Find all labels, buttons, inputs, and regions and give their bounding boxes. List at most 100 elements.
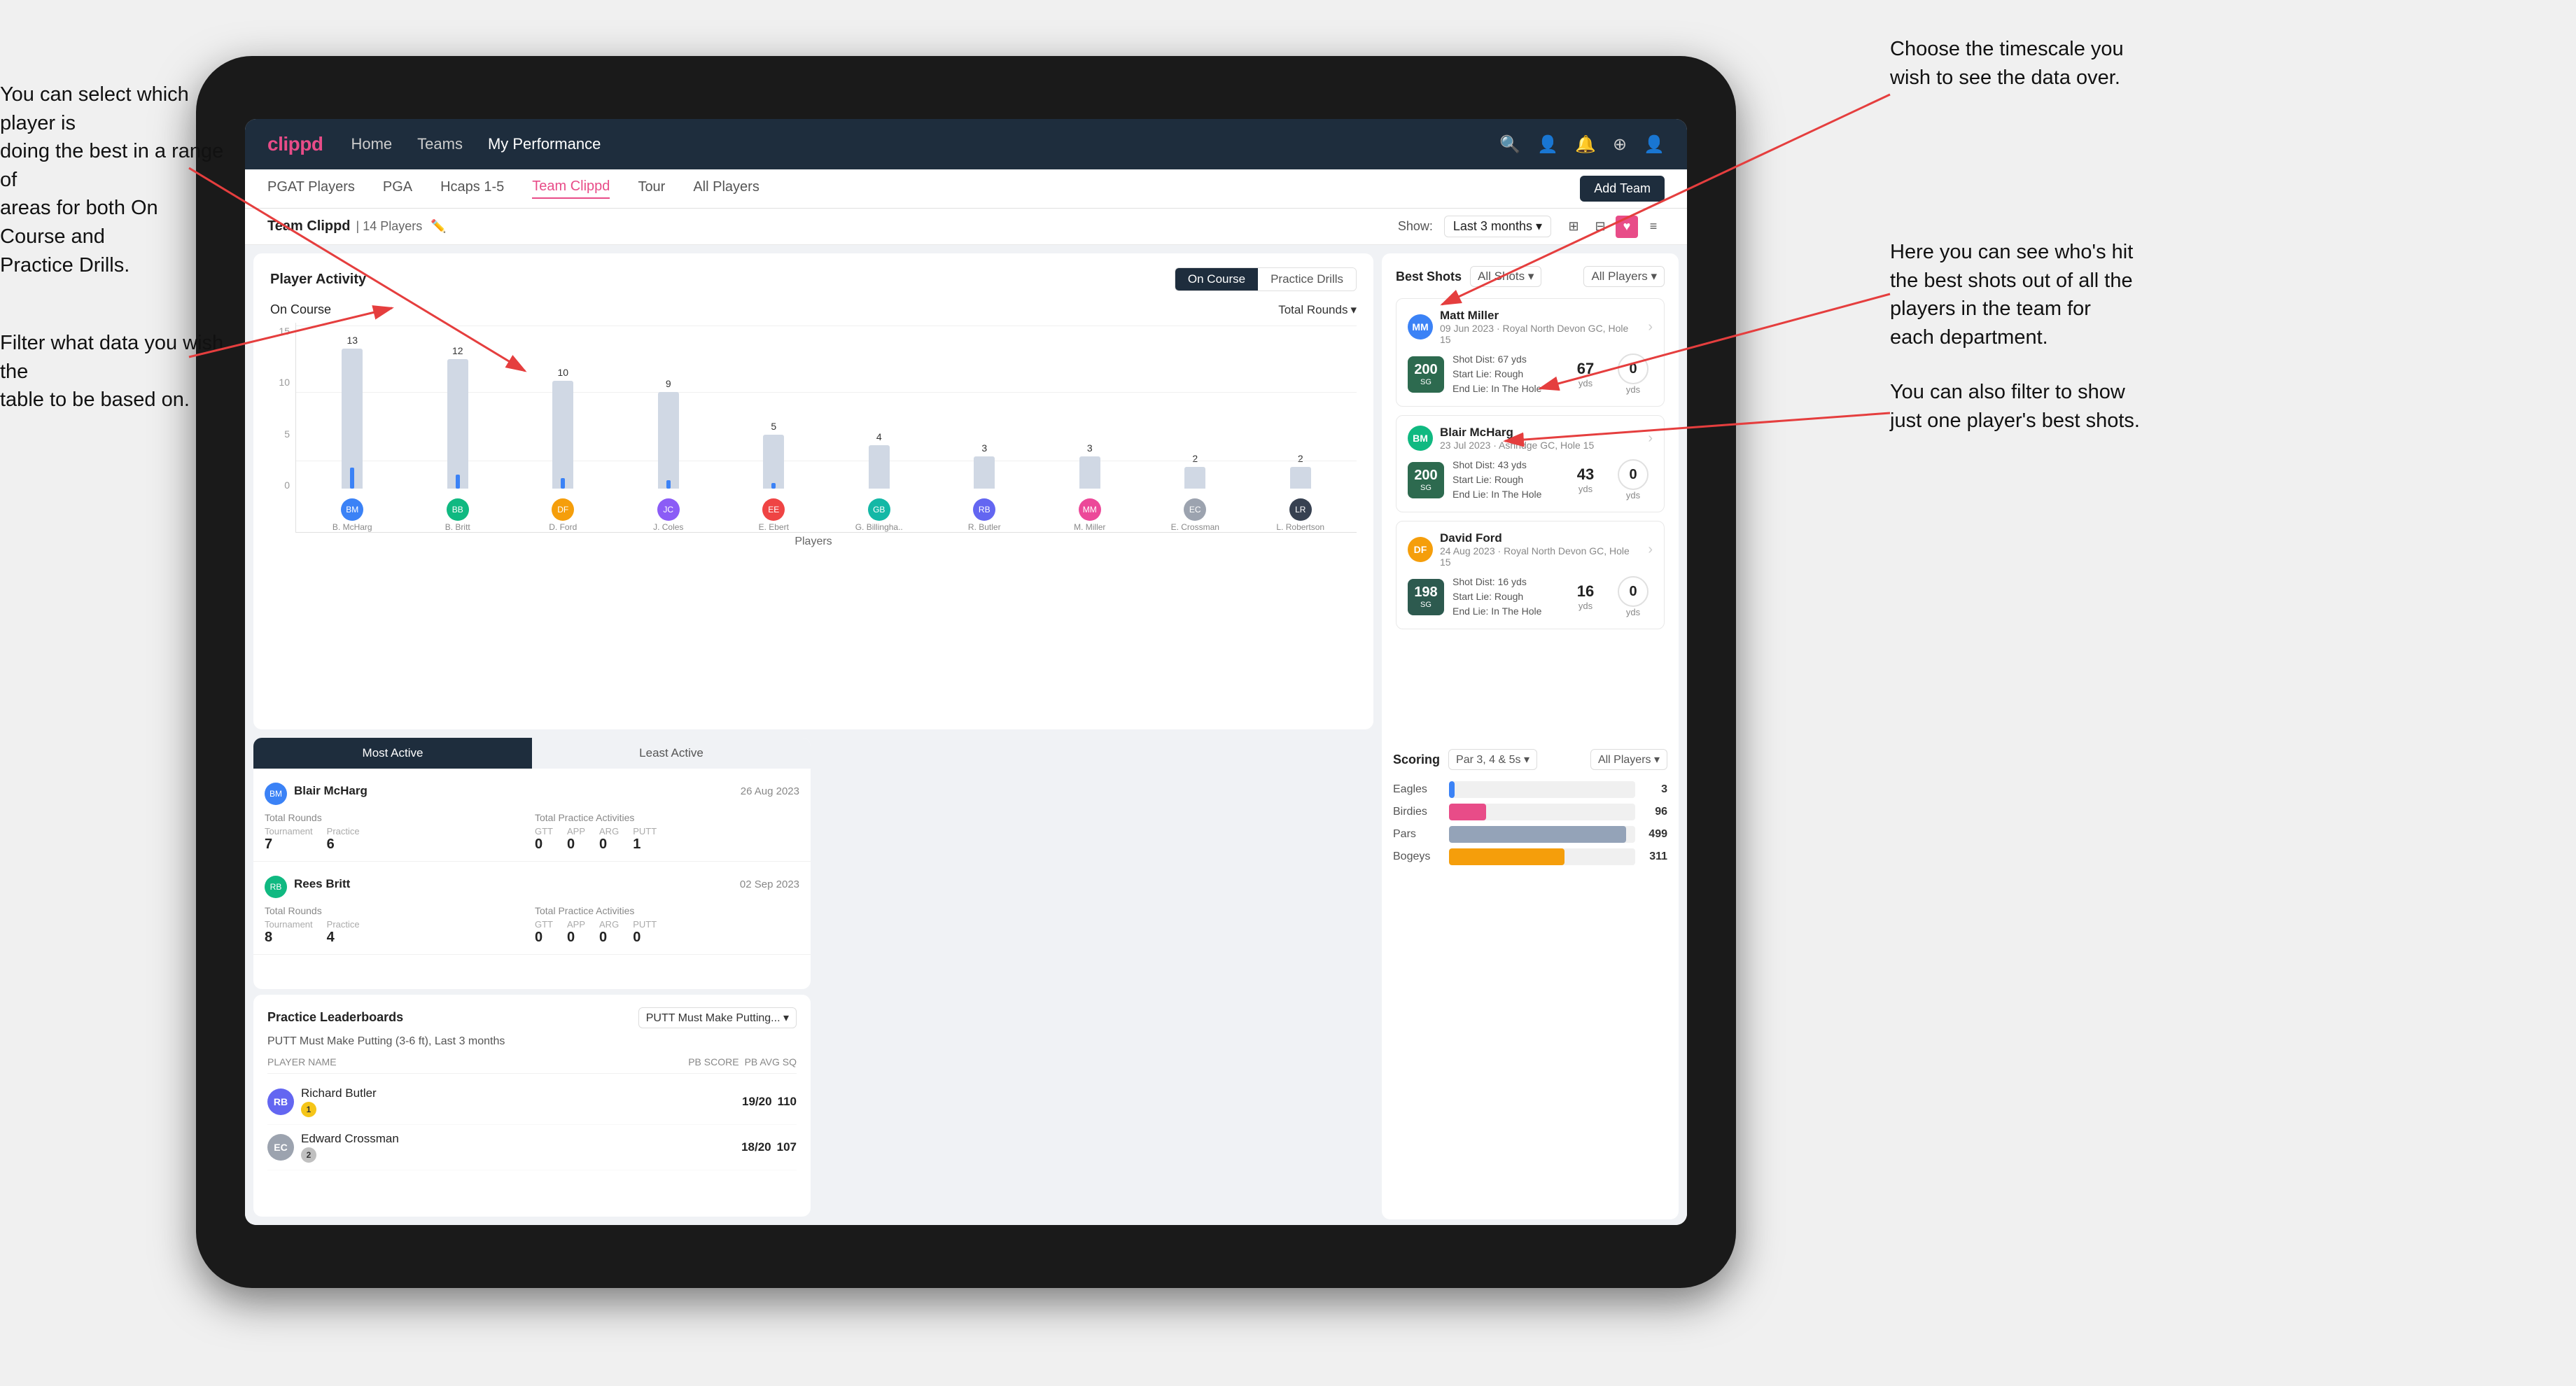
shot-stat-2a: 43 yds bbox=[1566, 465, 1605, 494]
practice-avg-2: 107 bbox=[777, 1140, 797, 1154]
list-view-icon[interactable]: ≡ bbox=[1642, 216, 1665, 238]
eagles-bar bbox=[1449, 781, 1635, 798]
avatar-nav-icon[interactable]: 👤 bbox=[1644, 134, 1665, 155]
bell-nav-icon[interactable]: 🔔 bbox=[1575, 134, 1596, 155]
scoring-players-select[interactable]: All Players ▾ bbox=[1590, 749, 1667, 770]
practice-subtitle: PUTT Must Make Putting (3-6 ft), Last 3 … bbox=[267, 1035, 797, 1048]
all-players-dropdown[interactable]: All Players ▾ bbox=[1583, 266, 1665, 287]
active-toggle: Most Active Least Active bbox=[253, 738, 811, 769]
shot-player-row-2: BM Blair McHarg 23 Jul 2023 · Ashridge G… bbox=[1408, 426, 1653, 451]
shot-player-row-3: DF David Ford 24 Aug 2023 · Royal North … bbox=[1408, 531, 1653, 568]
shot-player-name-2: Blair McHarg bbox=[1440, 426, 1641, 440]
team-header: Team Clippd | 14 Players ✏️ Show: Last 3… bbox=[245, 209, 1687, 245]
subnav-pgat[interactable]: PGAT Players bbox=[267, 179, 355, 198]
scoring-rows: Eagles 3 Birdies 96 Pars bbox=[1393, 781, 1667, 865]
shot-avatar-2: BM bbox=[1408, 426, 1433, 451]
active-player-1-name: Blair McHarg bbox=[294, 784, 368, 798]
grid-view-icon[interactable]: ⊞ bbox=[1562, 216, 1585, 238]
practice-row-2: EC Edward Crossman 2 18/20 107 bbox=[267, 1125, 797, 1170]
practice-avg-1: 110 bbox=[778, 1095, 797, 1109]
practice-player-info-1: RB Richard Butler 1 bbox=[267, 1086, 736, 1117]
annotation-filter-shots: You can also filter to showjust one play… bbox=[1890, 378, 2140, 435]
subnav-tour[interactable]: Tour bbox=[638, 179, 665, 198]
shot-chevron-2: › bbox=[1648, 430, 1653, 447]
shot-info-1: Shot Dist: 67 yds Start Lie: Rough End L… bbox=[1452, 352, 1558, 396]
practice-leaderboards-card: Practice Leaderboards PUTT Must Make Put… bbox=[253, 995, 811, 1217]
shot-avatar-1: MM bbox=[1408, 314, 1433, 340]
top-nav: clippd Home Teams My Performance 🔍 👤 🔔 ⊕… bbox=[245, 119, 1687, 169]
shot-player-detail-3: 24 Aug 2023 · Royal North Devon GC, Hole… bbox=[1440, 545, 1641, 568]
practice-avatar-2: EC bbox=[267, 1134, 294, 1161]
sub-nav: PGAT Players PGA Hcaps 1-5 Team Clippd T… bbox=[245, 169, 1687, 209]
total-rounds-select[interactable]: Total Rounds ▾ bbox=[1278, 303, 1357, 317]
subnav-team-clippd[interactable]: Team Clippd bbox=[532, 178, 610, 199]
practice-table-header: PLAYER NAME PB SCORE PB AVG SQ bbox=[267, 1056, 797, 1074]
shot-card-1[interactable]: MM Matt Miller 09 Jun 2023 · Royal North… bbox=[1396, 298, 1665, 407]
bogeys-value: 311 bbox=[1642, 850, 1667, 863]
most-active-tab[interactable]: Most Active bbox=[253, 738, 532, 769]
active-player-1-header: BM Blair McHarg 26 Aug 2023 bbox=[265, 777, 799, 805]
practice-drills-toggle[interactable]: Practice Drills bbox=[1258, 268, 1356, 290]
tablet-screen: clippd Home Teams My Performance 🔍 👤 🔔 ⊕… bbox=[245, 119, 1687, 1225]
user-nav-icon[interactable]: 👤 bbox=[1537, 134, 1558, 155]
timescale-select[interactable]: Last 3 months ▾ bbox=[1444, 216, 1551, 237]
practice-header: Practice Leaderboards PUTT Must Make Put… bbox=[267, 1007, 797, 1028]
nav-links: Home Teams My Performance bbox=[351, 135, 1471, 153]
shot-player-info-1: Matt Miller 09 Jun 2023 · Royal North De… bbox=[1440, 309, 1641, 345]
birdies-bar bbox=[1449, 804, 1635, 820]
bogeys-label: Bogeys bbox=[1393, 850, 1442, 863]
subnav-hcaps[interactable]: Hcaps 1-5 bbox=[440, 179, 504, 198]
shot-chevron-1: › bbox=[1648, 319, 1653, 335]
shot-details-3: 198 SG Shot Dist: 16 yds Start Lie: Roug… bbox=[1408, 575, 1653, 619]
show-controls: Show: Last 3 months ▾ ⊞ ⊟ ♥ ≡ bbox=[1398, 216, 1665, 238]
least-active-tab[interactable]: Least Active bbox=[532, 738, 811, 769]
heart-view-icon[interactable]: ♥ bbox=[1616, 216, 1638, 238]
practice-avatar-1: RB bbox=[267, 1088, 294, 1115]
nav-link-home[interactable]: Home bbox=[351, 135, 392, 153]
rank-badge-2: 2 bbox=[301, 1147, 316, 1163]
active-avatar-1: BM bbox=[265, 783, 287, 805]
bar-2: 12 BB B. Britt bbox=[407, 345, 509, 532]
active-player-2-header: RB Rees Britt 02 Sep 2023 bbox=[265, 870, 799, 898]
y-axis: 15 10 5 0 bbox=[270, 323, 295, 533]
scoring-row-pars: Pars 499 bbox=[1393, 826, 1667, 843]
all-shots-dropdown[interactable]: All Shots ▾ bbox=[1470, 266, 1541, 287]
shot-stat-3b: 0 yds bbox=[1614, 576, 1653, 617]
active-stats-2: Total Rounds Tournament 8 Practice 4 bbox=[265, 905, 799, 946]
practice-dropdown[interactable]: PUTT Must Make Putting... ▾ bbox=[638, 1007, 797, 1028]
show-label: Show: bbox=[1398, 219, 1433, 234]
eagles-value: 3 bbox=[1642, 783, 1667, 796]
subnav-pga[interactable]: PGA bbox=[383, 179, 412, 198]
active-avatar-2: RB bbox=[265, 876, 287, 898]
nav-logo: clippd bbox=[267, 133, 323, 155]
annotation-top-left: You can select which player isdoing the … bbox=[0, 80, 224, 279]
active-stats-1: Total Rounds Tournament 7 Practice 6 bbox=[265, 812, 799, 853]
shot-details-1: 200 SG Shot Dist: 67 yds Start Lie: Roug… bbox=[1408, 352, 1653, 396]
par-select[interactable]: Par 3, 4 & 5s ▾ bbox=[1448, 749, 1537, 770]
add-team-button[interactable]: Add Team bbox=[1580, 176, 1665, 202]
nav-link-teams[interactable]: Teams bbox=[417, 135, 463, 153]
search-nav-icon[interactable]: 🔍 bbox=[1499, 134, 1520, 155]
active-player-1-section: BM Blair McHarg 26 Aug 2023 Total Rounds… bbox=[253, 769, 811, 862]
grid2-view-icon[interactable]: ⊟ bbox=[1589, 216, 1611, 238]
subnav-all-players[interactable]: All Players bbox=[693, 179, 759, 198]
bogeys-bar bbox=[1449, 848, 1635, 865]
nav-link-performance[interactable]: My Performance bbox=[488, 135, 601, 153]
shot-stat-3a: 16 yds bbox=[1566, 582, 1605, 611]
on-course-toggle[interactable]: On Course bbox=[1175, 268, 1258, 290]
bottom-left-section: Practice Leaderboards PUTT Must Make Put… bbox=[253, 738, 1373, 1217]
bar-10: 2 LR L. Robertson bbox=[1250, 453, 1352, 532]
shot-player-detail-1: 09 Jun 2023 · Royal North Devon GC, Hole… bbox=[1440, 323, 1641, 345]
shot-card-3[interactable]: DF David Ford 24 Aug 2023 · Royal North … bbox=[1396, 521, 1665, 629]
edit-icon[interactable]: ✏️ bbox=[430, 219, 446, 234]
tablet-frame: clippd Home Teams My Performance 🔍 👤 🔔 ⊕… bbox=[196, 56, 1736, 1288]
on-course-label: On Course bbox=[270, 302, 331, 317]
shot-info-3: Shot Dist: 16 yds Start Lie: Rough End L… bbox=[1452, 575, 1558, 619]
shot-card-2[interactable]: BM Blair McHarg 23 Jul 2023 · Ashridge G… bbox=[1396, 415, 1665, 512]
shot-player-info-2: Blair McHarg 23 Jul 2023 · Ashridge GC, … bbox=[1440, 426, 1641, 451]
bar-4: 9 JC J. Coles bbox=[618, 378, 720, 532]
bar-5: 5 EE E. Ebert bbox=[723, 421, 825, 532]
team-name: Team Clippd bbox=[267, 218, 351, 234]
plus-nav-icon[interactable]: ⊕ bbox=[1613, 134, 1627, 155]
shot-badge-1: 200 SG bbox=[1408, 356, 1444, 393]
